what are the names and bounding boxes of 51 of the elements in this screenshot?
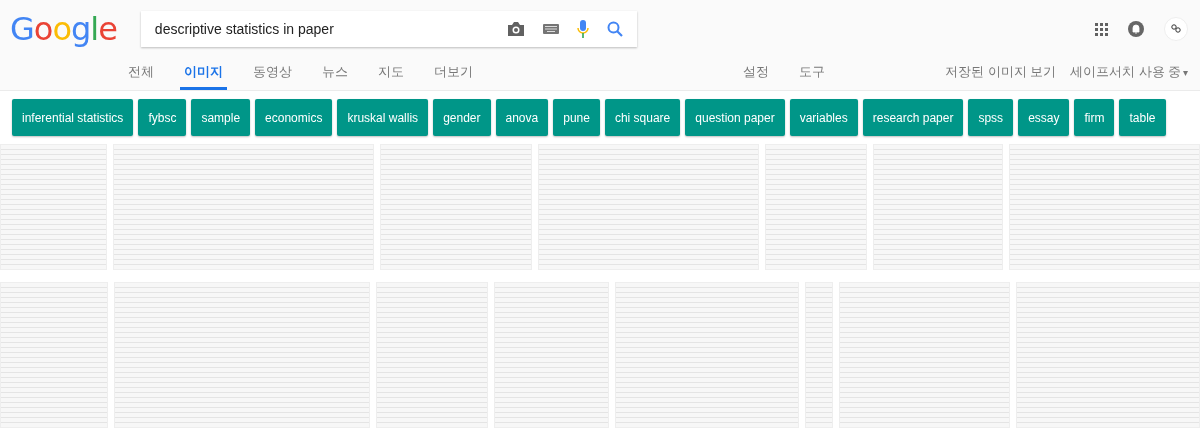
camera-icon[interactable] [506, 21, 525, 37]
tools-link[interactable]: 도구 [799, 58, 825, 90]
related-search-chip[interactable]: sample [191, 99, 251, 136]
search-tab[interactable]: 뉴스 [322, 58, 348, 90]
image-thumbnail[interactable] [537, 144, 760, 270]
search-icon[interactable] [606, 21, 623, 37]
google-logo[interactable]: Google [10, 10, 117, 48]
search-input[interactable]: descriptive statistics in paper [152, 20, 489, 38]
image-thumbnail[interactable] [0, 282, 109, 428]
image-thumbnail[interactable] [114, 282, 370, 428]
related-search-chip[interactable]: chi square [604, 99, 681, 136]
related-search-chip[interactable]: table [1119, 99, 1166, 136]
related-search-chip[interactable]: pune [553, 99, 600, 136]
notification-bell-icon[interactable] [1128, 21, 1144, 37]
image-thumbnail[interactable] [380, 144, 532, 270]
related-search-chip[interactable]: kruskal wallis [337, 99, 429, 136]
image-thumbnail[interactable] [0, 144, 107, 270]
image-thumbnail[interactable] [375, 282, 488, 428]
microphone-icon[interactable] [576, 20, 589, 38]
related-search-chip[interactable]: inferential statistics [12, 99, 134, 136]
image-thumbnail[interactable] [765, 144, 867, 270]
image-thumbnail[interactable] [614, 282, 799, 428]
image-thumbnail[interactable] [1008, 144, 1200, 270]
keyboard-icon[interactable] [542, 24, 559, 34]
image-thumbnail[interactable] [839, 282, 1011, 428]
search-tab[interactable]: 전체 [128, 58, 154, 90]
search-tab[interactable]: 더보기 [434, 58, 473, 90]
tools-link[interactable]: 설정 [743, 58, 769, 90]
image-thumbnail[interactable] [804, 282, 834, 428]
search-tab[interactable]: 동영상 [253, 58, 292, 90]
search-tab[interactable]: 지도 [378, 58, 404, 90]
related-search-chip[interactable]: research paper [862, 99, 964, 136]
search-field[interactable]: descriptive statistics in paper [140, 11, 637, 47]
image-thumbnail[interactable] [112, 144, 375, 270]
related-search-chip[interactable]: fybsc [138, 99, 187, 136]
related-search-chip[interactable]: anova [495, 99, 549, 136]
saved-images-link[interactable]: 저장된 이미지 보기 [945, 58, 1057, 90]
related-search-chip[interactable]: question paper [685, 99, 785, 136]
image-thumbnail[interactable] [1016, 282, 1200, 428]
related-search-chip[interactable]: essay [1018, 99, 1070, 136]
image-thumbnail[interactable] [872, 144, 1003, 270]
apps-grid-icon[interactable] [1095, 22, 1108, 36]
related-search-chip[interactable]: gender [433, 99, 491, 136]
related-search-chip[interactable]: variables [789, 99, 858, 136]
image-thumbnail[interactable] [493, 282, 609, 428]
safesearch-menu[interactable]: 세이프서치 사용 중 ▾ [1070, 58, 1188, 90]
related-search-chip[interactable]: firm [1074, 99, 1115, 136]
related-search-chip[interactable]: economics [255, 99, 333, 136]
account-avatar-icon[interactable] [1164, 17, 1188, 41]
search-tab[interactable]: 이미지 [180, 58, 227, 90]
related-search-chip[interactable]: spss [968, 99, 1014, 136]
